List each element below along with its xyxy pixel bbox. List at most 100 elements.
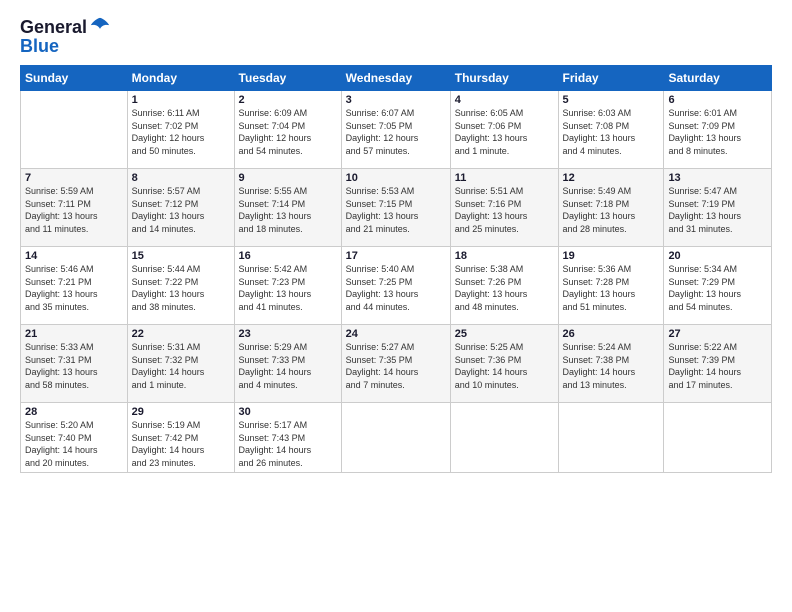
page: General Blue SundayMondayTuesdayWednesda… (0, 0, 792, 612)
calendar-cell: 5Sunrise: 6:03 AM Sunset: 7:08 PM Daylig… (558, 91, 664, 169)
calendar-cell: 4Sunrise: 6:05 AM Sunset: 7:06 PM Daylig… (450, 91, 558, 169)
calendar-cell: 11Sunrise: 5:51 AM Sunset: 7:16 PM Dayli… (450, 169, 558, 247)
calendar-cell: 21Sunrise: 5:33 AM Sunset: 7:31 PM Dayli… (21, 325, 128, 403)
day-info: Sunrise: 6:07 AM Sunset: 7:05 PM Dayligh… (346, 107, 446, 157)
calendar-cell: 28Sunrise: 5:20 AM Sunset: 7:40 PM Dayli… (21, 403, 128, 473)
day-number: 26 (563, 328, 660, 340)
day-number: 4 (455, 94, 554, 106)
day-number: 16 (239, 250, 337, 262)
calendar-cell: 24Sunrise: 5:27 AM Sunset: 7:35 PM Dayli… (341, 325, 450, 403)
day-number: 28 (25, 406, 123, 418)
weekday-tuesday: Tuesday (234, 66, 341, 91)
day-info: Sunrise: 6:03 AM Sunset: 7:08 PM Dayligh… (563, 107, 660, 157)
day-info: Sunrise: 5:19 AM Sunset: 7:42 PM Dayligh… (132, 419, 230, 469)
weekday-wednesday: Wednesday (341, 66, 450, 91)
day-info: Sunrise: 5:49 AM Sunset: 7:18 PM Dayligh… (563, 185, 660, 235)
day-number: 17 (346, 250, 446, 262)
weekday-friday: Friday (558, 66, 664, 91)
day-number: 7 (25, 172, 123, 184)
calendar-cell: 14Sunrise: 5:46 AM Sunset: 7:21 PM Dayli… (21, 247, 128, 325)
calendar-cell (558, 403, 664, 473)
calendar-cell: 7Sunrise: 5:59 AM Sunset: 7:11 PM Daylig… (21, 169, 128, 247)
logo-blue: Blue (20, 36, 111, 57)
day-info: Sunrise: 5:40 AM Sunset: 7:25 PM Dayligh… (346, 263, 446, 313)
weekday-header-row: SundayMondayTuesdayWednesdayThursdayFrid… (21, 66, 772, 91)
calendar-cell: 19Sunrise: 5:36 AM Sunset: 7:28 PM Dayli… (558, 247, 664, 325)
weekday-sunday: Sunday (21, 66, 128, 91)
day-info: Sunrise: 5:47 AM Sunset: 7:19 PM Dayligh… (668, 185, 767, 235)
day-number: 19 (563, 250, 660, 262)
day-info: Sunrise: 5:53 AM Sunset: 7:15 PM Dayligh… (346, 185, 446, 235)
day-info: Sunrise: 5:20 AM Sunset: 7:40 PM Dayligh… (25, 419, 123, 469)
calendar-cell: 23Sunrise: 5:29 AM Sunset: 7:33 PM Dayli… (234, 325, 341, 403)
calendar-cell: 15Sunrise: 5:44 AM Sunset: 7:22 PM Dayli… (127, 247, 234, 325)
calendar-cell: 20Sunrise: 5:34 AM Sunset: 7:29 PM Dayli… (664, 247, 772, 325)
calendar-cell: 9Sunrise: 5:55 AM Sunset: 7:14 PM Daylig… (234, 169, 341, 247)
calendar-cell: 22Sunrise: 5:31 AM Sunset: 7:32 PM Dayli… (127, 325, 234, 403)
calendar-cell: 1Sunrise: 6:11 AM Sunset: 7:02 PM Daylig… (127, 91, 234, 169)
calendar-cell: 29Sunrise: 5:19 AM Sunset: 7:42 PM Dayli… (127, 403, 234, 473)
day-info: Sunrise: 6:09 AM Sunset: 7:04 PM Dayligh… (239, 107, 337, 157)
calendar-cell: 13Sunrise: 5:47 AM Sunset: 7:19 PM Dayli… (664, 169, 772, 247)
calendar-cell: 26Sunrise: 5:24 AM Sunset: 7:38 PM Dayli… (558, 325, 664, 403)
day-info: Sunrise: 5:29 AM Sunset: 7:33 PM Dayligh… (239, 341, 337, 391)
calendar-cell: 17Sunrise: 5:40 AM Sunset: 7:25 PM Dayli… (341, 247, 450, 325)
day-number: 11 (455, 172, 554, 184)
day-info: Sunrise: 5:55 AM Sunset: 7:14 PM Dayligh… (239, 185, 337, 235)
weekday-thursday: Thursday (450, 66, 558, 91)
logo-bird-icon (89, 16, 111, 38)
header: General Blue (20, 16, 772, 57)
calendar-cell: 30Sunrise: 5:17 AM Sunset: 7:43 PM Dayli… (234, 403, 341, 473)
calendar-cell: 16Sunrise: 5:42 AM Sunset: 7:23 PM Dayli… (234, 247, 341, 325)
calendar-cell (664, 403, 772, 473)
day-info: Sunrise: 5:34 AM Sunset: 7:29 PM Dayligh… (668, 263, 767, 313)
day-number: 3 (346, 94, 446, 106)
day-info: Sunrise: 6:05 AM Sunset: 7:06 PM Dayligh… (455, 107, 554, 157)
day-number: 6 (668, 94, 767, 106)
calendar-cell (450, 403, 558, 473)
day-info: Sunrise: 5:51 AM Sunset: 7:16 PM Dayligh… (455, 185, 554, 235)
day-info: Sunrise: 5:44 AM Sunset: 7:22 PM Dayligh… (132, 263, 230, 313)
day-info: Sunrise: 5:25 AM Sunset: 7:36 PM Dayligh… (455, 341, 554, 391)
day-number: 5 (563, 94, 660, 106)
day-number: 13 (668, 172, 767, 184)
day-number: 2 (239, 94, 337, 106)
day-info: Sunrise: 5:36 AM Sunset: 7:28 PM Dayligh… (563, 263, 660, 313)
calendar-cell: 3Sunrise: 6:07 AM Sunset: 7:05 PM Daylig… (341, 91, 450, 169)
day-number: 23 (239, 328, 337, 340)
day-number: 21 (25, 328, 123, 340)
calendar-cell: 18Sunrise: 5:38 AM Sunset: 7:26 PM Dayli… (450, 247, 558, 325)
day-number: 22 (132, 328, 230, 340)
calendar-cell: 6Sunrise: 6:01 AM Sunset: 7:09 PM Daylig… (664, 91, 772, 169)
calendar-cell: 10Sunrise: 5:53 AM Sunset: 7:15 PM Dayli… (341, 169, 450, 247)
day-info: Sunrise: 5:27 AM Sunset: 7:35 PM Dayligh… (346, 341, 446, 391)
calendar-cell: 12Sunrise: 5:49 AM Sunset: 7:18 PM Dayli… (558, 169, 664, 247)
calendar-cell: 25Sunrise: 5:25 AM Sunset: 7:36 PM Dayli… (450, 325, 558, 403)
day-number: 20 (668, 250, 767, 262)
day-info: Sunrise: 6:01 AM Sunset: 7:09 PM Dayligh… (668, 107, 767, 157)
day-info: Sunrise: 6:11 AM Sunset: 7:02 PM Dayligh… (132, 107, 230, 157)
logo: General Blue (20, 16, 111, 57)
day-number: 29 (132, 406, 230, 418)
day-number: 30 (239, 406, 337, 418)
day-info: Sunrise: 5:57 AM Sunset: 7:12 PM Dayligh… (132, 185, 230, 235)
day-number: 18 (455, 250, 554, 262)
calendar-cell: 8Sunrise: 5:57 AM Sunset: 7:12 PM Daylig… (127, 169, 234, 247)
day-number: 12 (563, 172, 660, 184)
day-info: Sunrise: 5:46 AM Sunset: 7:21 PM Dayligh… (25, 263, 123, 313)
calendar-cell: 2Sunrise: 6:09 AM Sunset: 7:04 PM Daylig… (234, 91, 341, 169)
weekday-saturday: Saturday (664, 66, 772, 91)
calendar-cell (21, 91, 128, 169)
day-info: Sunrise: 5:22 AM Sunset: 7:39 PM Dayligh… (668, 341, 767, 391)
calendar-cell: 27Sunrise: 5:22 AM Sunset: 7:39 PM Dayli… (664, 325, 772, 403)
day-info: Sunrise: 5:59 AM Sunset: 7:11 PM Dayligh… (25, 185, 123, 235)
day-number: 10 (346, 172, 446, 184)
day-info: Sunrise: 5:31 AM Sunset: 7:32 PM Dayligh… (132, 341, 230, 391)
day-info: Sunrise: 5:42 AM Sunset: 7:23 PM Dayligh… (239, 263, 337, 313)
day-info: Sunrise: 5:17 AM Sunset: 7:43 PM Dayligh… (239, 419, 337, 469)
day-number: 9 (239, 172, 337, 184)
calendar-table: SundayMondayTuesdayWednesdayThursdayFrid… (20, 65, 772, 473)
day-info: Sunrise: 5:24 AM Sunset: 7:38 PM Dayligh… (563, 341, 660, 391)
day-number: 8 (132, 172, 230, 184)
day-number: 14 (25, 250, 123, 262)
